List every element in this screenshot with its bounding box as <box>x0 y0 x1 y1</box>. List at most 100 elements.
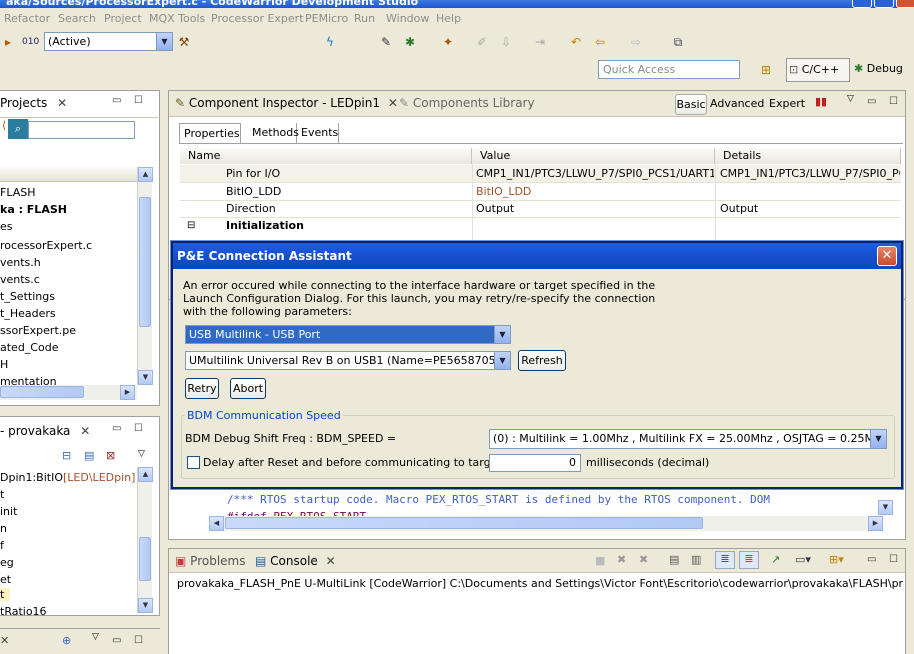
property-value[interactable]: CMP1_IN1/PTC3/LLWU_P7/SPI0_PCS1/UART1... <box>476 165 714 182</box>
close-window-button[interactable] <box>896 0 914 8</box>
menu-mqx-tools[interactable]: MQX Tools <box>149 12 205 25</box>
scroll-down-icon[interactable]: ▼ <box>878 500 893 515</box>
menu-pemicro[interactable]: PEMicro <box>305 12 348 25</box>
minimize-icon[interactable]: ▭ <box>867 96 876 107</box>
perspective-cpp-button[interactable]: ⊡ C/C++ <box>786 58 850 82</box>
view-menu-icon[interactable]: ▽ <box>138 449 145 459</box>
scroll-thumb[interactable] <box>0 386 84 398</box>
list-item[interactable]: es <box>0 220 13 233</box>
scroll-up-icon[interactable]: ▲ <box>138 167 153 182</box>
maximize-icon[interactable]: ☐ <box>889 96 898 107</box>
port-select[interactable]: UMultilink Universal Rev B on USB1 (Name… <box>185 351 511 370</box>
mode-expert-button[interactable]: Expert <box>769 97 805 110</box>
close-icon[interactable]: ✕ <box>326 554 336 568</box>
scroll-right-icon[interactable]: ▶ <box>868 516 883 531</box>
scroll-left-icon[interactable]: ◀ <box>209 516 224 531</box>
remove-launch-icon[interactable]: ✖ <box>617 553 626 566</box>
maximize-icon[interactable]: ☐ <box>889 554 898 565</box>
chart-icon[interactable]: ▮▮ <box>815 95 827 108</box>
collapse-all-icon[interactable]: ⊟ <box>62 449 71 462</box>
retry-button[interactable]: Retry <box>185 378 219 399</box>
list-item[interactable]: t_Headers <box>0 307 56 320</box>
projects-hscrollbar[interactable]: ▶ <box>0 385 137 400</box>
list-item[interactable]: n <box>0 522 7 535</box>
mode-advanced-button[interactable]: Advanced <box>710 97 764 110</box>
abort-button[interactable]: Abort <box>230 378 266 399</box>
projects-vscrollbar[interactable]: ▲ ▼ <box>137 167 153 385</box>
scroll-down-icon[interactable]: ▼ <box>138 370 153 385</box>
list-item[interactable]: ated_Code <box>0 341 58 354</box>
minimize-icon[interactable]: ▭ <box>112 95 121 106</box>
maximize-icon[interactable]: ☐ <box>134 635 143 646</box>
back-history-icon[interactable]: ↶ <box>568 35 584 49</box>
collapse-icon[interactable]: ⊟ <box>187 217 195 234</box>
view-menu-icon[interactable]: ▽ <box>847 94 854 104</box>
list-item[interactable]: et <box>0 573 11 586</box>
mode-basic-button[interactable]: Basic <box>675 94 707 115</box>
open-perspective-icon[interactable]: ⊞ <box>758 63 774 77</box>
editor-hscrollbar[interactable]: ◀ ▶ <box>209 516 883 531</box>
problems-tab[interactable]: ▣ Problems <box>175 554 245 568</box>
open-task-icon[interactable]: ⧉ <box>670 35 686 49</box>
bdm-speed-select[interactable]: (0) : Multilink = 1.00Mhz , Multilink FX… <box>489 429 887 449</box>
scroll-thumb[interactable] <box>139 197 151 327</box>
column-value-header[interactable]: Value <box>472 148 715 164</box>
folder-icon[interactable]: ▤ <box>84 449 94 462</box>
show-stdout-icon[interactable]: ≣ <box>715 551 735 569</box>
menu-run[interactable]: Run <box>354 12 375 25</box>
list-item[interactable]: t_Settings <box>0 290 55 303</box>
delay-checkbox[interactable] <box>187 456 200 469</box>
list-item[interactable]: ka : FLASH <box>0 203 67 216</box>
list-item[interactable]: ssorExpert.pe <box>0 324 76 337</box>
close-icon[interactable]: ✕ <box>80 424 90 438</box>
scroll-up-icon[interactable]: ▲ <box>138 467 153 482</box>
menu-help[interactable]: Help <box>436 12 461 25</box>
perspective-debug-button[interactable]: ✱ Debug <box>854 58 914 82</box>
subtab-methods[interactable]: Methods <box>249 123 299 143</box>
hammer-icon[interactable]: ⚒ <box>176 35 192 49</box>
delay-input[interactable]: 0 <box>489 454 581 472</box>
scroll-down-icon[interactable]: ▼ <box>138 598 153 613</box>
menu-window[interactable]: Window <box>386 12 429 25</box>
wand-icon[interactable]: ✦ <box>440 35 456 49</box>
pin-icon[interactable]: ✎ <box>378 35 394 49</box>
menu-processor-expert[interactable]: Processor Expert <box>211 12 304 25</box>
list-item[interactable]: t <box>0 588 10 601</box>
projects-view-tab[interactable]: Projects ✕ <box>0 96 67 110</box>
quick-access-input[interactable]: Quick Access <box>598 60 740 79</box>
list-item[interactable]: Dpin1:BitIO[LED\LEDpin] <box>0 471 135 484</box>
step-over-icon[interactable]: ⇥ <box>532 35 548 49</box>
maximize-icon[interactable]: ☐ <box>134 95 143 106</box>
terminate-icon[interactable]: ■ <box>595 554 605 567</box>
component-icon[interactable]: ⊠ <box>106 449 115 462</box>
close-icon[interactable]: ✕ <box>388 96 398 110</box>
interface-select[interactable]: USB Multilink - USB Port ▼ <box>185 325 511 344</box>
property-value[interactable]: Output <box>476 200 514 217</box>
display-console-icon[interactable]: ▭▾ <box>795 553 811 566</box>
close-icon[interactable]: ✕ <box>0 634 9 647</box>
minimize-icon[interactable]: ▭ <box>112 635 121 646</box>
scroll-right-icon[interactable]: ▶ <box>120 385 135 400</box>
build-config-select[interactable]: (Active) ▼ <box>44 32 173 51</box>
menu-project[interactable]: Project <box>104 12 142 25</box>
scroll-thumb[interactable] <box>139 537 151 581</box>
inspector-tab[interactable]: ✎ Component Inspector - LEDpin1 ✕ <box>175 96 398 110</box>
gear-dropdown-icon[interactable]: ▸ <box>0 35 16 49</box>
dialog-close-button[interactable]: ✕ <box>877 246 897 266</box>
clear-console-icon[interactable]: ▤ <box>669 553 679 566</box>
pen-icon[interactable]: ✐ <box>474 35 490 49</box>
subtab-properties[interactable]: Properties <box>179 123 241 143</box>
menu-refactor[interactable]: Refactor <box>4 12 50 25</box>
forward-arrow-icon[interactable]: ⇨ <box>628 35 644 49</box>
list-item[interactable]: tRatio16 <box>0 605 47 615</box>
menu-search[interactable]: Search <box>58 12 96 25</box>
list-item[interactable]: vents.c <box>0 273 40 286</box>
bug-icon[interactable]: ✱ <box>402 35 418 49</box>
lightning-icon[interactable]: ϟ <box>322 35 338 49</box>
minimize-icon[interactable]: ▭ <box>867 554 876 565</box>
minimize-icon[interactable]: ▭ <box>112 423 121 434</box>
close-icon[interactable]: ✕ <box>57 96 67 110</box>
refresh-button[interactable]: Refresh <box>518 350 566 371</box>
list-item[interactable]: rocessorExpert.c <box>0 239 92 252</box>
components-vscrollbar[interactable]: ▲ ▼ <box>137 467 153 613</box>
